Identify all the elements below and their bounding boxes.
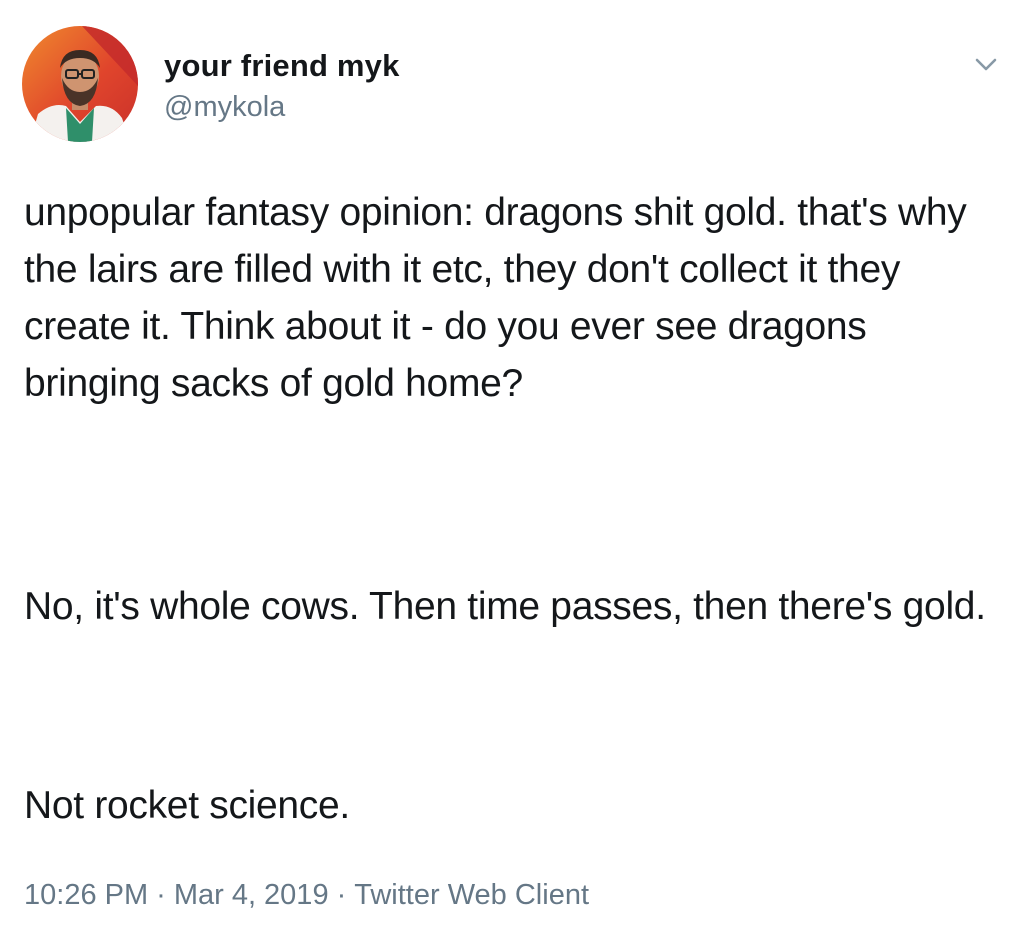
tweet-date[interactable]: Mar 4, 2019: [174, 879, 329, 911]
chevron-down-icon[interactable]: [970, 48, 1002, 80]
meta-separator: ·: [336, 879, 347, 911]
tweet-card: your friend myk @mykola unpopular fantas…: [0, 0, 1024, 941]
tweet-header: your friend myk @mykola: [22, 26, 1002, 146]
tweet-metadata: 10:26 PM · Mar 4, 2019 · Twitter Web Client: [24, 877, 589, 913]
avatar-image: [22, 26, 138, 142]
tweet-text-paragraph: Not rocket science.: [24, 784, 350, 827]
tweet-time[interactable]: 10:26 PM: [24, 879, 148, 911]
avatar[interactable]: [22, 26, 138, 142]
author-names: your friend myk @mykola: [164, 48, 400, 124]
display-name[interactable]: your friend myk: [164, 48, 400, 84]
tweet-source-client[interactable]: Twitter Web Client: [354, 879, 589, 911]
tweet-text-paragraph: unpopular fantasy opinion: dragons shit …: [24, 191, 967, 405]
user-handle[interactable]: @mykola: [164, 90, 400, 124]
tweet-text-paragraph: No, it's whole cows. Then time passes, t…: [24, 585, 986, 628]
meta-separator: ·: [156, 879, 166, 911]
